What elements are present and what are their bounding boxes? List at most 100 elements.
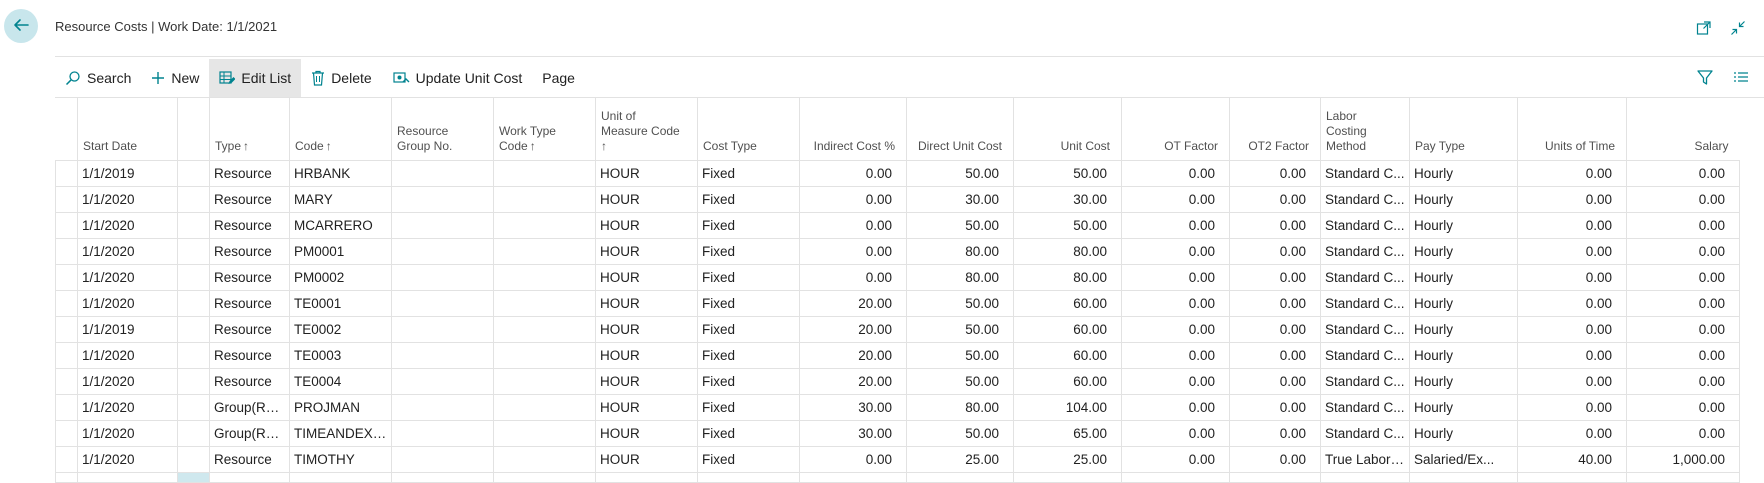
cell-start-date[interactable]: 1/1/2020 <box>77 185 178 213</box>
cell-unit-cost[interactable]: 65.00 <box>1013 419 1122 447</box>
row-selector[interactable] <box>55 393 78 421</box>
row-selector[interactable] <box>55 211 78 239</box>
cell-direct-unit-cost[interactable]: 50.00 <box>906 367 1014 395</box>
cell-pay-type[interactable]: Hourly <box>1409 393 1518 421</box>
column-type[interactable]: Type ↑ <box>209 98 290 160</box>
cell-unit-of-measure-code[interactable]: HOUR <box>595 341 698 369</box>
column-unit-of-measure-code[interactable]: Unit of Measure Code ↑ <box>595 98 698 160</box>
cell-ot-factor[interactable]: 0.00 <box>1121 367 1230 395</box>
cell-unit-of-measure-code[interactable]: HOUR <box>595 289 698 317</box>
delete-button[interactable]: Delete <box>301 59 381 97</box>
cell-work-type-code[interactable] <box>493 211 596 239</box>
cell-code[interactable]: PM0001 <box>289 237 392 265</box>
cell-unit-cost[interactable]: 80.00 <box>1013 263 1122 291</box>
cell-cost-type[interactable]: Fixed <box>697 185 800 213</box>
cell-start-date[interactable]: 1/1/2020 <box>77 393 178 421</box>
cell-direct-unit-cost[interactable]: 30.00 <box>906 185 1014 213</box>
cell-cost-type[interactable]: Fixed <box>697 237 800 265</box>
cell-cost-type[interactable]: Fixed <box>697 419 800 447</box>
cell-cost-type[interactable]: Fixed <box>697 393 800 421</box>
cell-pay-type[interactable]: Hourly <box>1409 263 1518 291</box>
new-record-cell[interactable] <box>55 471 78 483</box>
row-selector[interactable] <box>55 185 78 213</box>
cell-direct-unit-cost[interactable]: 50.00 <box>906 315 1014 343</box>
cell-direct-unit-cost[interactable]: 50.00 <box>906 341 1014 369</box>
cell-work-type-code[interactable] <box>493 237 596 265</box>
cell-code[interactable]: TIMOTHY <box>289 445 392 473</box>
new-record-cell[interactable] <box>493 471 596 483</box>
cell-start-date[interactable]: 1/1/2020 <box>77 445 178 473</box>
cell-ot-factor[interactable]: 0.00 <box>1121 289 1230 317</box>
cell-unit-cost[interactable]: 60.00 <box>1013 341 1122 369</box>
cell-units-of-time[interactable]: 0.00 <box>1517 341 1627 369</box>
table-row[interactable]: 1/1/2020 Resource MCARRERO HOUR Fixed 0.00 50.… <box>55 211 1740 239</box>
column-ot2-factor[interactable]: OT2 Factor <box>1229 98 1321 160</box>
cell-pay-type[interactable]: Hourly <box>1409 159 1518 187</box>
cell-ot2-factor[interactable]: 0.00 <box>1229 445 1321 473</box>
new-record-cell[interactable] <box>697 471 800 483</box>
cell-pay-type[interactable]: Salaried/Ex... <box>1409 445 1518 473</box>
cell-type[interactable]: Resource <box>209 185 290 213</box>
cell-start-date[interactable]: 1/1/2020 <box>77 289 178 317</box>
cell-code[interactable]: TE0003 <box>289 341 392 369</box>
cell-ot-factor[interactable]: 0.00 <box>1121 263 1230 291</box>
cell-work-type-code[interactable] <box>493 367 596 395</box>
cell-unit-of-measure-code[interactable]: HOUR <box>595 445 698 473</box>
cell-work-type-code[interactable] <box>493 289 596 317</box>
row-selector[interactable] <box>55 289 78 317</box>
cell-direct-unit-cost[interactable]: 80.00 <box>906 393 1014 421</box>
cell-unit-of-measure-code[interactable]: HOUR <box>595 185 698 213</box>
cell-start-date[interactable]: 1/1/2020 <box>77 419 178 447</box>
cell-start-date[interactable]: 1/1/2020 <box>77 211 178 239</box>
cell-work-type-code[interactable] <box>493 393 596 421</box>
cell-direct-unit-cost[interactable]: 80.00 <box>906 237 1014 265</box>
cell-indirect-cost[interactable]: 0.00 <box>799 159 907 187</box>
cell-indirect-cost[interactable]: 20.00 <box>799 315 907 343</box>
cell-unit-of-measure-code[interactable]: HOUR <box>595 159 698 187</box>
cell-salary[interactable]: 0.00 <box>1626 341 1740 369</box>
cell-units-of-time[interactable]: 0.00 <box>1517 211 1627 239</box>
cell-salary[interactable]: 1,000.00 <box>1626 445 1740 473</box>
cell-cost-type[interactable]: Fixed <box>697 211 800 239</box>
cell-salary[interactable]: 0.00 <box>1626 289 1740 317</box>
new-button[interactable]: New <box>141 59 209 97</box>
column-units-of-time[interactable]: Units of Time <box>1517 98 1627 160</box>
edit-list-button[interactable]: Edit List <box>209 59 302 97</box>
cell-direct-unit-cost[interactable]: 50.00 <box>906 211 1014 239</box>
cell-labor-costing-method[interactable]: Standard C... <box>1320 315 1410 343</box>
new-record-cell[interactable] <box>209 471 290 483</box>
new-record-cell[interactable] <box>799 471 907 483</box>
cell-units-of-time[interactable]: 0.00 <box>1517 367 1627 395</box>
cell-salary[interactable]: 0.00 <box>1626 159 1740 187</box>
cell-pay-type[interactable]: Hourly <box>1409 341 1518 369</box>
cell-ot-factor[interactable]: 0.00 <box>1121 393 1230 421</box>
cell-cost-type[interactable]: Fixed <box>697 289 800 317</box>
cell-units-of-time[interactable]: 0.00 <box>1517 289 1627 317</box>
cell-ot2-factor[interactable]: 0.00 <box>1229 185 1321 213</box>
new-record-cell[interactable] <box>906 471 1014 483</box>
new-record-cell[interactable] <box>1320 471 1410 483</box>
cell-units-of-time[interactable]: 0.00 <box>1517 419 1627 447</box>
cell-start-date[interactable]: 1/1/2020 <box>77 237 178 265</box>
page-menu-button[interactable]: Page <box>532 59 585 97</box>
cell-unit-cost[interactable]: 30.00 <box>1013 185 1122 213</box>
cell-labor-costing-method[interactable]: Standard C... <box>1320 237 1410 265</box>
cell-cost-type[interactable]: Fixed <box>697 445 800 473</box>
cell-code[interactable]: PROJMAN <box>289 393 392 421</box>
new-record-cell[interactable] <box>1121 471 1230 483</box>
table-row[interactable]: 1/1/2020 Resource TIMOTHY HOUR Fixed 0.00 25.0… <box>55 445 1740 473</box>
cell-cost-type[interactable]: Fixed <box>697 159 800 187</box>
row-selector[interactable] <box>55 445 78 473</box>
back-button[interactable] <box>4 9 38 43</box>
cell-type[interactable]: Resource <box>209 341 290 369</box>
cell-type[interactable]: Resource <box>209 211 290 239</box>
cell-ot2-factor[interactable]: 0.00 <box>1229 211 1321 239</box>
column-indirect-cost[interactable]: Indirect Cost % <box>799 98 907 160</box>
table-row[interactable]: 1/1/2019 Resource TE0002 HOUR Fixed 20.00 50.0… <box>55 315 1740 343</box>
cell-code[interactable]: MARY <box>289 185 392 213</box>
open-in-new-window-icon[interactable] <box>1696 20 1712 36</box>
cell-ot2-factor[interactable]: 0.00 <box>1229 315 1321 343</box>
column-resource-group-no[interactable]: Resource Group No. <box>391 98 494 160</box>
cell-units-of-time[interactable]: 0.00 <box>1517 185 1627 213</box>
cell-ot-factor[interactable]: 0.00 <box>1121 185 1230 213</box>
